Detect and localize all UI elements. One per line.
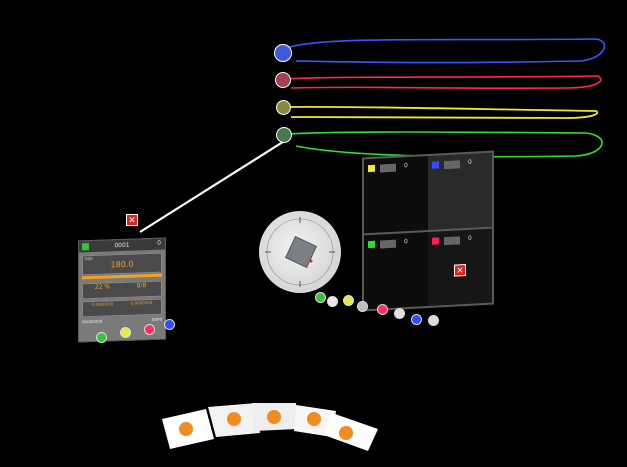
panel-button-red[interactable] [144,324,155,335]
camera-feed[interactable]: 0 [428,152,492,230]
panel-index: 0 [157,239,161,247]
camera-value: 0 [404,238,408,246]
panel-field-ratio: 8/8 [136,282,147,290]
panel-close-button[interactable]: ✕ [126,214,138,226]
control-button-yellow[interactable] [343,295,354,306]
control-button-white-2[interactable] [394,308,405,319]
track-loop-red [285,75,602,90]
control-button-green[interactable] [315,292,326,303]
viewport: ✕ 0001 0 000 180.0 22 % 8/8 0.0000000 0.… [6,6,621,461]
camera-label [444,160,460,170]
camera-swatch [432,237,439,245]
camera-label [380,163,396,173]
camera-close-button[interactable]: ✕ [454,264,466,277]
camera-label [444,236,460,246]
control-button-white[interactable] [327,296,338,307]
camera-swatch [432,161,439,169]
track-handle-red[interactable] [275,72,291,88]
camera-grid: 0 0 0 0 ✕ [362,150,494,312]
control-button-blue[interactable] [411,314,422,325]
panel-field-coord-a: 0.0000000 [91,301,114,308]
panel-title: 0001 [114,241,130,250]
control-button-grey[interactable] [357,301,368,312]
camera-value: 0 [468,234,472,242]
camera-feed[interactable]: 0 ✕ [428,228,492,306]
panel-header: 0001 0 [79,238,165,253]
control-button-red[interactable] [377,304,388,315]
camera-swatch [368,164,375,173]
track-handle-yellow[interactable] [276,100,291,115]
panel-footer-left: 00000000 [82,318,103,325]
camera-label [380,239,396,249]
camera-feed[interactable]: 0 [364,232,428,310]
panel-main-field[interactable]: 000 180.0 [82,252,162,276]
panel-button-green[interactable] [96,332,107,343]
panel-button-blue[interactable] [164,319,175,330]
camera-swatch [368,240,375,249]
camera-value: 0 [468,158,472,166]
panel-field-row-3[interactable]: 0.0000000 0.0000000 [82,298,162,318]
control-button-white-3[interactable] [428,315,439,326]
panel-main-value: 180.0 [110,259,134,270]
panel-field-coord-b: 0.0000000 [130,299,153,306]
compass-dial[interactable] [259,211,341,293]
track-handle-green[interactable] [276,127,292,143]
panel-footer-right: 0000 [151,316,162,322]
track-handle-blue[interactable] [274,44,292,62]
track-loop-yellow [287,105,599,119]
card-fan [162,403,378,451]
track-loop-blue [285,38,606,64]
camera-value: 0 [404,162,408,170]
panel-field-percent: 22 % [94,283,111,291]
panel-color-indicator [82,243,89,251]
camera-feed[interactable]: 0 [364,156,428,234]
panel-button-yellow[interactable] [120,327,131,338]
panel-field-row-2[interactable]: 22 % 8/8 [82,280,162,300]
